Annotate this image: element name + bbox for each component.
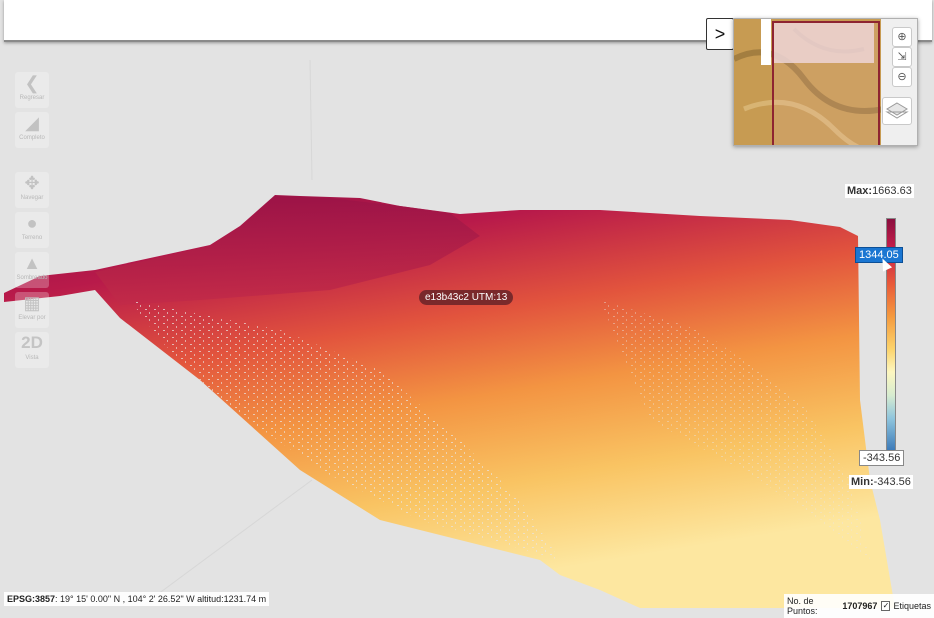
scale-max: Max:1663.63 xyxy=(845,184,914,198)
layers-icon xyxy=(885,102,909,119)
navigate-button[interactable]: ✥ Navegar xyxy=(15,172,49,208)
labels-checkbox[interactable]: ✓ xyxy=(881,601,891,611)
zoom-in-button[interactable]: ⊕ xyxy=(892,27,912,47)
view-2d-icon: 2D xyxy=(21,333,43,352)
overview-map[interactable]: ⊕ ⇲ ⊖ xyxy=(733,18,918,146)
zoom-out-button[interactable]: ⊖ xyxy=(892,67,912,87)
layers-button[interactable] xyxy=(882,97,912,125)
full-screen-button[interactable]: ⇲ xyxy=(892,47,912,67)
zoom-out-icon: ⊖ xyxy=(897,71,907,83)
zoom-in-icon: ⊕ xyxy=(897,31,907,43)
expand-icon: ⇲ xyxy=(897,51,907,63)
coordinate-readout: EPSG:3857: 19° 15' 0.00" N , 104° 2' 26.… xyxy=(4,592,270,606)
fit-extent-icon: ◢ xyxy=(25,113,39,133)
scale-low-value: -343.56 xyxy=(859,450,905,466)
labels-checkbox-label: Etiquetas xyxy=(893,601,931,611)
rewind-icon: ❮ xyxy=(24,73,40,93)
points-status: No. de Puntos: 1707967 ✓ Etiquetas xyxy=(784,594,934,618)
tool-panel: ❮ Regresar ◢ Completo ✥ Navegar ● Terren… xyxy=(14,72,50,372)
mountain-icon: ▲ xyxy=(23,253,41,273)
rewind-button[interactable]: ❮ Regresar xyxy=(15,72,49,108)
elevation-button[interactable]: ▦ Elevar por xyxy=(15,292,49,328)
view-2d-button[interactable]: 2D Vista xyxy=(15,332,49,368)
full-extent-button[interactable]: ◢ Completo xyxy=(15,112,49,148)
overview-extent-box[interactable] xyxy=(772,21,880,145)
move-arrows-icon: ✥ xyxy=(24,173,40,193)
scale-min: Min:-343.56 xyxy=(849,475,913,489)
ground-layer-icon: ▦ xyxy=(23,293,41,313)
shading-button[interactable]: ▲ Sombreado xyxy=(15,252,49,288)
terrain-dot-icon: ● xyxy=(26,213,38,233)
terrain-button[interactable]: ● Terreno xyxy=(15,212,49,248)
point-cloud-tag[interactable]: e13b43c2 UTM:13 xyxy=(419,290,514,305)
collapse-overview-button[interactable]: > xyxy=(706,18,734,50)
